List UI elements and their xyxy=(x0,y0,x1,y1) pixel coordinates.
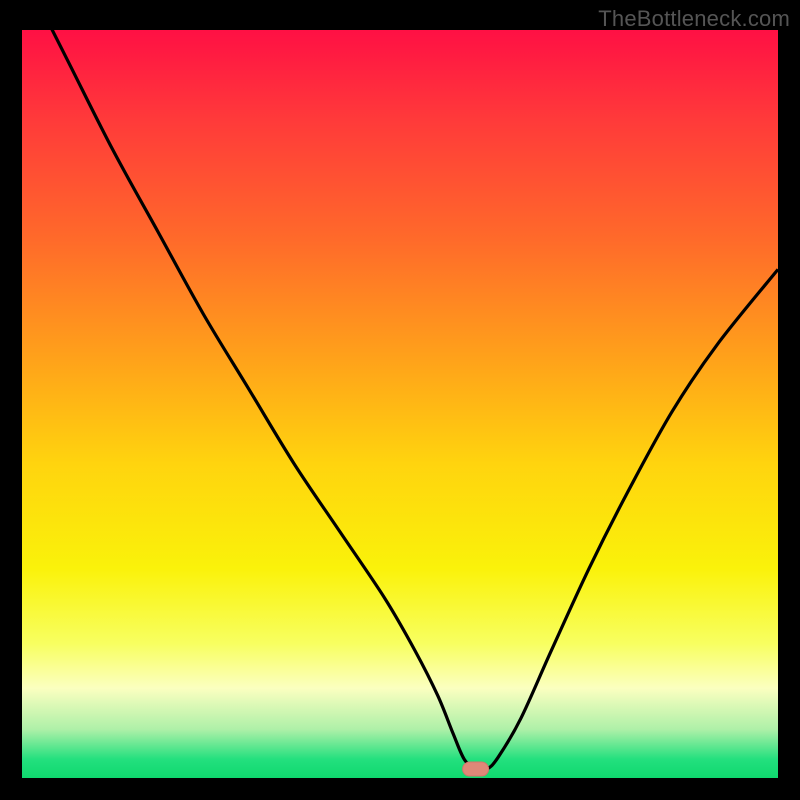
chart-frame: TheBottleneck.com xyxy=(0,0,800,800)
plot-area xyxy=(22,30,778,778)
bottleneck-chart xyxy=(22,30,778,778)
gradient-background xyxy=(22,30,778,778)
watermark-label: TheBottleneck.com xyxy=(598,6,790,32)
optimal-marker xyxy=(463,762,489,776)
